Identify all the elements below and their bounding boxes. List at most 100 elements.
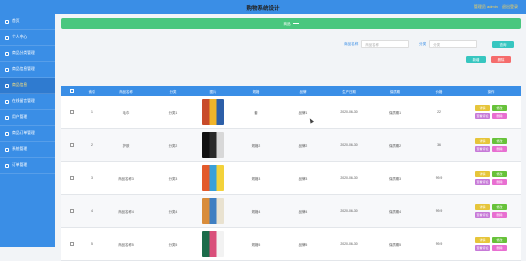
cell-brand: 品牌2 bbox=[298, 143, 308, 148]
cell-brand: 品牌1 bbox=[298, 110, 308, 115]
query-button[interactable]: 查询 bbox=[492, 40, 514, 48]
cell-shelf: 保质期1 bbox=[388, 110, 402, 115]
review-button[interactable]: 查看评论 bbox=[475, 212, 490, 218]
sidebar-item-label: 在线留言管理 bbox=[12, 99, 35, 103]
row-delete-button[interactable]: 删除 bbox=[492, 146, 507, 152]
cell-price: 99.9 bbox=[435, 176, 443, 180]
menu-icon bbox=[5, 131, 9, 136]
add-button-label: 新增 bbox=[472, 58, 480, 62]
detail-button[interactable]: 详情 bbox=[475, 138, 490, 144]
review-button[interactable]: 查看评论 bbox=[475, 146, 490, 152]
search-input-category[interactable]: 分类 bbox=[429, 40, 478, 48]
search-placeholder-category: 分类 bbox=[433, 42, 440, 47]
cell-shelf: 保质期4 bbox=[388, 209, 402, 214]
cell-index: 2 bbox=[91, 143, 93, 147]
sidebar-item-7[interactable]: 商品订单管理 bbox=[0, 126, 55, 142]
sidebar-item-6[interactable]: 用户管理 bbox=[0, 110, 55, 126]
detail-button[interactable]: 详情 bbox=[475, 204, 490, 210]
actions-cell: 详情 修改 查看评论 删除 bbox=[461, 138, 521, 152]
select-all-checkbox[interactable] bbox=[70, 88, 74, 93]
row-checkbox[interactable] bbox=[70, 109, 74, 114]
detail-button[interactable]: 详情 bbox=[475, 237, 490, 243]
sidebar-item-label: 系统管理 bbox=[12, 147, 28, 151]
sidebar-item-5[interactable]: 在线留言管理 bbox=[0, 94, 55, 110]
cell-spec: 规格4 bbox=[251, 209, 261, 214]
search-label-category: 分类 bbox=[419, 41, 427, 46]
cell-spec: 规格3 bbox=[251, 176, 261, 181]
row-checkbox[interactable] bbox=[70, 241, 74, 246]
edit-button[interactable]: 修改 bbox=[492, 138, 507, 144]
banner-title: 商品 bbox=[283, 21, 291, 26]
cell-brand: 品牌3 bbox=[298, 176, 308, 181]
delete-button[interactable]: 删除 bbox=[491, 56, 511, 63]
review-button[interactable]: 查看评论 bbox=[475, 179, 490, 185]
detail-button[interactable]: 详情 bbox=[475, 171, 490, 177]
cell-category: 分类2 bbox=[168, 143, 178, 148]
sidebar-item-1[interactable]: 个人中心 bbox=[0, 30, 55, 46]
product-image bbox=[202, 198, 224, 224]
column-header: 规格 bbox=[252, 89, 260, 94]
edit-button[interactable]: 修改 bbox=[492, 204, 507, 210]
add-button[interactable]: 新增 bbox=[466, 56, 486, 63]
sidebar-item-8[interactable]: 系统管理 bbox=[0, 142, 55, 158]
row-select-cell bbox=[61, 241, 83, 247]
menu-icon bbox=[5, 99, 9, 104]
sidebar-item-2[interactable]: 商品分类管理 bbox=[0, 46, 55, 62]
edit-button[interactable]: 修改 bbox=[492, 237, 507, 243]
review-button[interactable]: 查看评论 bbox=[475, 245, 490, 251]
row-delete-button[interactable]: 删除 bbox=[492, 113, 507, 119]
search-input-name[interactable]: 商品名称 bbox=[361, 40, 410, 48]
cell-price: 99.9 bbox=[435, 242, 443, 246]
cell-date: 2020-06-30 bbox=[340, 176, 358, 180]
product-table: 索引 商品名称 分类 图片 规格 品牌 生产日期 保质期 价格 操作 1 毛巾 分类1 套 品牌1 2020… bbox=[61, 86, 521, 261]
column-header: 分类 bbox=[169, 89, 177, 94]
row-checkbox[interactable] bbox=[70, 175, 74, 180]
logout-link[interactable]: 退出登录 bbox=[502, 4, 518, 9]
row-delete-button[interactable]: 删除 bbox=[492, 179, 507, 185]
actions-cell: 详情 修改 查看评论 删除 bbox=[461, 237, 521, 251]
cell-spec: 套 bbox=[254, 110, 258, 115]
cell-shelf: 保质期2 bbox=[388, 143, 402, 148]
edit-button[interactable]: 修改 bbox=[492, 171, 507, 177]
cell-category: 分类3 bbox=[168, 176, 178, 181]
product-image bbox=[202, 231, 224, 257]
sidebar-item-0[interactable]: 首页 bbox=[0, 14, 55, 30]
image-cell bbox=[195, 165, 231, 191]
sidebar: 首页 个人中心 商品分类管理 商品信息管理商品信息在线留言管理用户管理商品订单管理 系统… bbox=[0, 14, 55, 247]
actions-cell: 详情 修改 查看评论 删除 bbox=[461, 171, 521, 185]
column-header: 保质期 bbox=[389, 89, 401, 94]
app-title: 购物系统设计 bbox=[246, 6, 280, 12]
select-all-cell[interactable] bbox=[61, 88, 83, 94]
column-header: 生产日期 bbox=[342, 89, 356, 94]
row-select-cell bbox=[61, 175, 83, 181]
cell-name: 商品名称3 bbox=[118, 176, 134, 181]
sidebar-item-3[interactable]: 商品信息管理 bbox=[0, 62, 55, 78]
column-header: 品牌 bbox=[299, 89, 307, 94]
row-delete-button[interactable]: 删除 bbox=[492, 245, 507, 251]
row-checkbox[interactable] bbox=[70, 208, 74, 213]
sidebar-item-label: 商品订单管理 bbox=[12, 131, 35, 135]
table-row: 4 商品名称4 分类4 规格4 品牌4 2020-06-30 保质期4 99.9 详情 修改 查看评… bbox=[61, 195, 521, 228]
sidebar-item-label: 商品信息 bbox=[12, 83, 28, 87]
row-delete-button[interactable]: 删除 bbox=[492, 212, 507, 218]
product-image bbox=[202, 99, 224, 125]
detail-button[interactable]: 详情 bbox=[475, 105, 490, 111]
cell-date: 2020-06-30 bbox=[340, 143, 358, 147]
menu-icon bbox=[5, 19, 9, 24]
edit-button[interactable]: 修改 bbox=[492, 105, 507, 111]
column-header: 操作 bbox=[487, 89, 495, 94]
product-image bbox=[202, 165, 224, 191]
cell-shelf: 保质期5 bbox=[388, 242, 402, 247]
row-checkbox[interactable] bbox=[70, 142, 74, 147]
cell-index: 5 bbox=[91, 242, 93, 246]
table-body: 1 毛巾 分类1 套品牌1 2020-06-30 保质期1 22 详情 修改 查看评论 删除 2 护肤分… bbox=[61, 96, 521, 261]
sidebar-item-4[interactable]: 商品信息 bbox=[0, 78, 55, 94]
cell-category: 分类4 bbox=[168, 209, 178, 214]
cell-date: 2020-06-30 bbox=[340, 110, 358, 114]
review-button[interactable]: 查看评论 bbox=[475, 113, 490, 119]
table-header: 索引 商品名称 分类 图片 规格 品牌 生产日期 保质期 价格 操作 bbox=[61, 86, 521, 96]
sidebar-item-9[interactable]: 订单管理 bbox=[0, 158, 55, 174]
menu-icon bbox=[5, 83, 9, 88]
actions-cell: 详情 修改 查看评论 删除 bbox=[461, 204, 521, 218]
cell-date: 2020-06-30 bbox=[340, 242, 358, 246]
